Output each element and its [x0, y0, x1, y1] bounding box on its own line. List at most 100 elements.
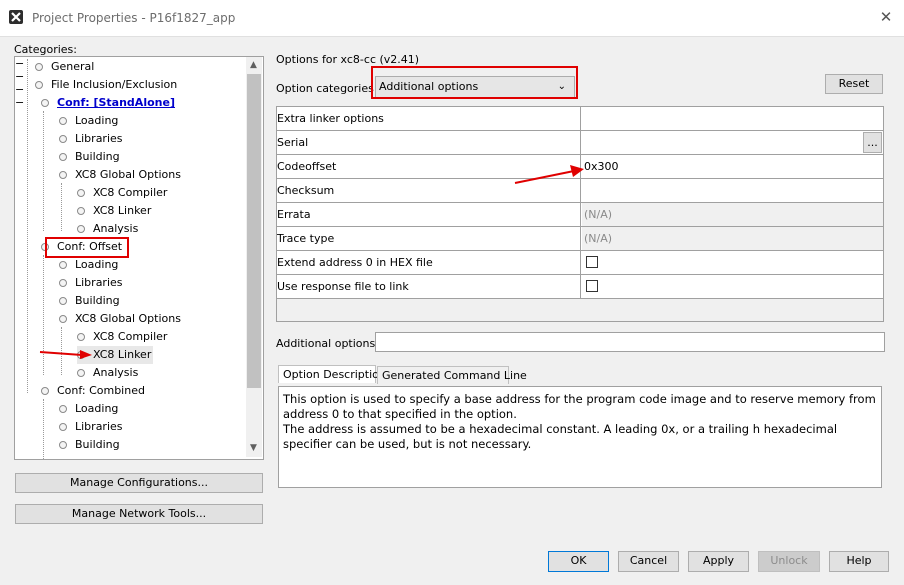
tree-item-building[interactable]: Building — [59, 436, 120, 454]
close-icon[interactable]: ✕ — [878, 9, 894, 25]
tree-item-label: Building — [75, 438, 120, 451]
checksum-input[interactable] — [582, 179, 883, 202]
tree-item-label: Conf: Offset — [57, 240, 123, 253]
node-bullet-icon — [59, 423, 67, 431]
node-bullet-icon — [59, 261, 67, 269]
node-bullet-icon — [77, 369, 85, 377]
options-header: Options for xc8-cc (v2.41) — [276, 53, 420, 66]
tree-item-label: XC8 Global Options — [75, 168, 181, 181]
description-paragraph: This option is used to specify a base ad… — [283, 392, 876, 421]
node-bullet-icon — [59, 441, 67, 449]
tree-item-label: Analysis — [93, 366, 139, 379]
tree-item-label: XC8 Linker — [93, 204, 152, 217]
tree-item-label: Libraries — [75, 132, 123, 145]
tree-item-xc8-linker[interactable]: XC8 Linker — [77, 202, 151, 220]
grid-row-serial: Serial ... — [277, 131, 883, 155]
tree-item-label: General — [51, 60, 95, 73]
tree-item-file-inclusion[interactable]: File Inclusion/Exclusion — [35, 76, 177, 94]
tree-item-label: Building — [75, 150, 120, 163]
tree-item-loading[interactable]: Loading — [59, 256, 118, 274]
tree-item-label: Building — [75, 294, 120, 307]
tab-generated-command-line[interactable]: Generated Command Line — [377, 366, 527, 384]
scroll-up-icon[interactable]: ▲ — [250, 60, 257, 70]
additional-options-label: Additional options: — [276, 337, 379, 350]
tree-item-loading[interactable]: Loading — [59, 112, 118, 130]
ok-button[interactable]: OK — [548, 551, 609, 572]
node-bullet-icon — [59, 279, 67, 287]
chevron-down-icon: ⌄ — [557, 81, 566, 92]
tree-item-loading[interactable]: Loading — [59, 400, 118, 418]
tree-item-conf-offset[interactable]: Conf: Offset — [41, 238, 122, 256]
tree-item-label: Loading — [75, 114, 119, 127]
tree-line — [43, 111, 44, 231]
categories-label: Categories: — [14, 43, 77, 56]
use-response-file-checkbox[interactable] — [586, 280, 598, 292]
tree-item-xc8-global-options[interactable]: XC8 Global Options — [59, 166, 181, 184]
serial-browse-button[interactable]: ... — [863, 132, 882, 153]
grid-empty-area — [277, 299, 883, 321]
node-bullet-icon — [59, 171, 67, 179]
tree-item-label: XC8 Global Options — [75, 312, 181, 325]
tree-item-xc8-global-options[interactable]: XC8 Global Options — [59, 310, 181, 328]
grid-row-extend-address: Extend address 0 in HEX file — [277, 251, 883, 275]
tree-item-general[interactable]: General — [35, 58, 94, 76]
node-bullet-icon — [41, 99, 49, 107]
help-button[interactable]: Help — [829, 551, 889, 572]
additional-options-input[interactable] — [375, 332, 885, 352]
cancel-button[interactable]: Cancel — [618, 551, 679, 572]
grid-row-name: Serial — [277, 131, 581, 154]
mplab-x-icon — [9, 10, 23, 24]
title-bar: Project Properties - P16f1827_app ✕ — [0, 0, 904, 36]
tree-item-label: Conf: Combined — [57, 384, 145, 397]
trace-type-value: (N/A) — [582, 227, 883, 250]
tree-item-label: XC8 Compiler — [93, 186, 168, 199]
tree-item-label: Loading — [75, 402, 119, 415]
categories-tree[interactable]: General File Inclusion/Exclusion − Conf:… — [14, 56, 264, 460]
node-bullet-icon — [59, 297, 67, 305]
tree-item-libraries[interactable]: Libraries — [59, 130, 123, 148]
tree-item-analysis[interactable]: Analysis — [77, 220, 138, 238]
tree-item-label: Libraries — [75, 276, 123, 289]
manage-configurations-button[interactable]: Manage Configurations... — [15, 473, 263, 493]
option-categories-value: Additional options — [379, 80, 479, 93]
node-bullet-icon — [77, 189, 85, 197]
reset-button[interactable]: Reset — [825, 74, 883, 94]
apply-button[interactable]: Apply — [688, 551, 749, 572]
scroll-down-icon[interactable]: ▼ — [250, 443, 257, 453]
extend-address-checkbox[interactable] — [586, 256, 598, 268]
tree-item-conf-combined[interactable]: Conf: Combined — [41, 382, 145, 400]
manage-network-tools-button[interactable]: Manage Network Tools... — [15, 504, 263, 524]
tree-item-xc8-compiler[interactable]: XC8 Compiler — [77, 184, 167, 202]
scrollbar-thumb[interactable] — [247, 74, 261, 388]
codeoffset-input[interactable]: 0x300 — [582, 155, 883, 178]
tab-option-description[interactable]: Option Description — [278, 365, 386, 383]
tree-item-libraries[interactable]: Libraries — [59, 418, 123, 436]
tree-item-libraries[interactable]: Libraries — [59, 274, 123, 292]
node-bullet-icon — [59, 153, 67, 161]
tree-item-label: File Inclusion/Exclusion — [51, 78, 178, 91]
grid-row-name: Extend address 0 in HEX file — [277, 251, 581, 274]
grid-row-name: Use response file to link — [277, 275, 581, 298]
node-bullet-icon — [77, 333, 85, 341]
tree-item-building[interactable]: Building — [59, 292, 120, 310]
tree-item-xc8-compiler[interactable]: XC8 Compiler — [77, 328, 167, 346]
tree-item-label: XC8 Linker — [93, 348, 152, 361]
node-bullet-icon — [77, 225, 85, 233]
extra-linker-options-input[interactable] — [582, 107, 883, 130]
tree-item-analysis[interactable]: Analysis — [77, 364, 138, 382]
tree-line — [27, 59, 28, 393]
node-bullet-icon — [59, 135, 67, 143]
serial-input[interactable] — [582, 131, 862, 154]
grid-row-name: Trace type — [277, 227, 581, 250]
tree-item-label: Loading — [75, 258, 119, 271]
grid-row-extra-linker-options: Extra linker options — [277, 107, 883, 131]
tree-item-conf-standalone[interactable]: Conf: [StandAlone] — [41, 94, 175, 112]
tree-item-label: Libraries — [75, 420, 123, 433]
tree-item-building[interactable]: Building — [59, 148, 120, 166]
option-categories-select[interactable]: Additional options ⌄ — [375, 76, 575, 98]
node-bullet-icon — [59, 405, 67, 413]
tree-line — [61, 183, 62, 231]
title-divider — [0, 36, 904, 37]
option-description-panel: This option is used to specify a base ad… — [278, 386, 882, 488]
tree-item-label: Analysis — [93, 222, 139, 235]
